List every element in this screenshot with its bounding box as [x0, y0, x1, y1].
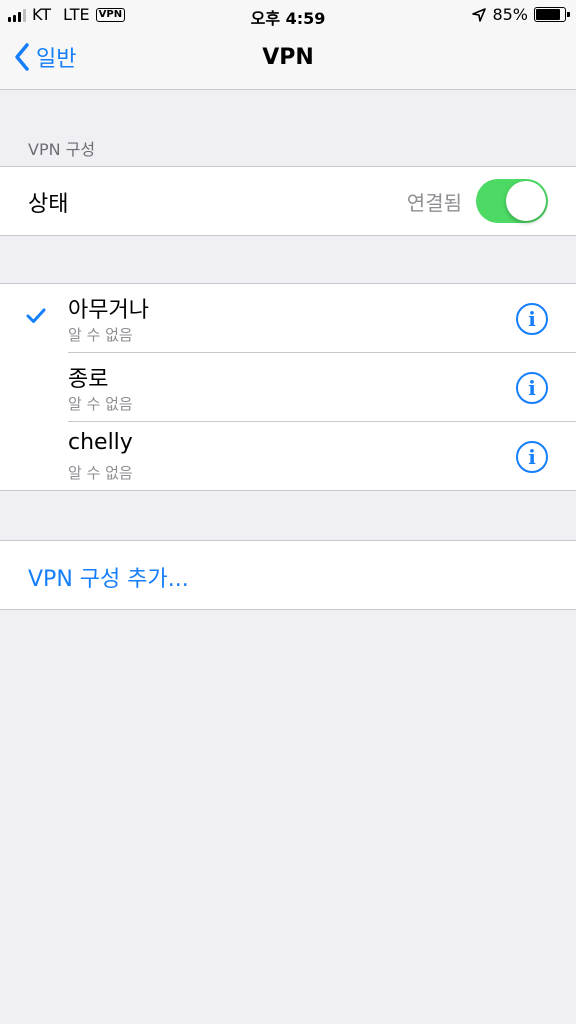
- location-arrow-icon: [472, 7, 487, 22]
- vpn-connection-toggle[interactable]: [476, 179, 548, 223]
- vpn-status: 알 수 없음: [68, 395, 133, 413]
- toggle-knob: [506, 181, 546, 221]
- add-vpn-config-label: VPN 구성 추가...: [28, 567, 189, 592]
- navigation-bar: 일반 VPN: [0, 30, 576, 90]
- section-header-vpn-config: VPN 구성: [28, 140, 96, 159]
- vpn-name: 종로: [68, 367, 109, 392]
- vpn-list: 아무거나 알 수 없음 i 종로 알 수 없음 i chelly 알 수 없음 …: [0, 283, 576, 491]
- status-row: 상태 연결됨: [0, 167, 576, 235]
- info-icon[interactable]: i: [516, 303, 548, 335]
- status-group: 상태 연결됨: [0, 166, 576, 236]
- page-title: VPN: [262, 45, 314, 70]
- status-bar: KT LTE VPN 오후 4:59 85%: [0, 0, 576, 30]
- add-vpn-config-button[interactable]: VPN 구성 추가...: [0, 541, 576, 609]
- checkmark-icon: [26, 308, 46, 328]
- add-vpn-group: VPN 구성 추가...: [0, 540, 576, 610]
- battery-icon: [534, 7, 570, 22]
- vpn-list-item[interactable]: 아무거나 알 수 없음 i: [0, 284, 576, 353]
- vpn-name: 아무거나: [68, 298, 149, 323]
- battery-percent: 85%: [492, 5, 528, 24]
- info-icon[interactable]: i: [516, 441, 548, 473]
- vpn-list-item[interactable]: chelly 알 수 없음 i: [0, 422, 576, 490]
- vpn-name: chelly: [68, 430, 133, 455]
- status-value: 연결됨: [406, 191, 462, 215]
- status-bar-right: 85%: [472, 5, 570, 24]
- info-icon[interactable]: i: [516, 372, 548, 404]
- vpn-status: 알 수 없음: [68, 326, 133, 344]
- battery-fill: [536, 9, 560, 20]
- vpn-status: 알 수 없음: [68, 464, 133, 482]
- vpn-list-item[interactable]: 종로 알 수 없음 i: [0, 353, 576, 422]
- status-label: 상태: [28, 192, 69, 217]
